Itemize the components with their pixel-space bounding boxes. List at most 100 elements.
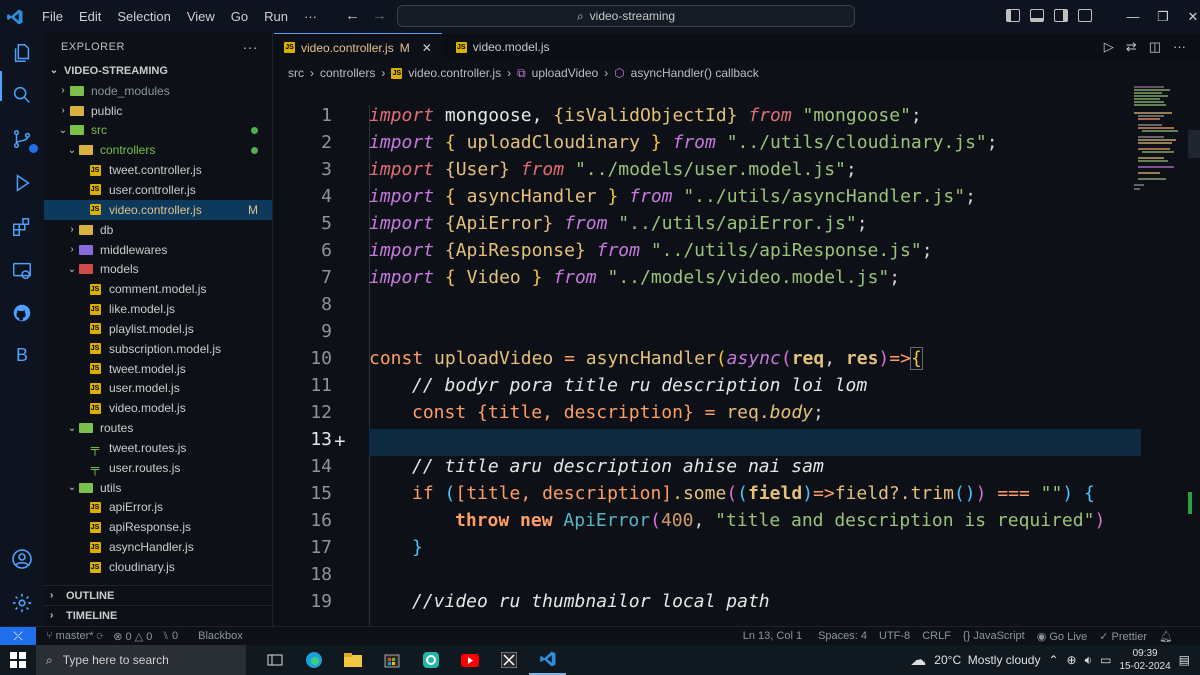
restore-icon[interactable]: ❐ xyxy=(1148,9,1178,25)
microsoft-store-icon[interactable] xyxy=(373,645,410,675)
close-icon[interactable]: ✕ xyxy=(1178,9,1200,25)
branch-status[interactable]: ⑂ master* ⟳ xyxy=(46,630,103,642)
tree-file[interactable]: JS asyncHandler.js xyxy=(44,537,272,557)
tree-file[interactable]: JS playlist.model.js xyxy=(44,319,272,339)
menu-edit[interactable]: Edit xyxy=(71,0,109,33)
minimize-icon[interactable]: — xyxy=(1118,9,1148,24)
taskbar-search[interactable]: ⌕ Type here to search xyxy=(36,645,246,675)
breadcrumb-file[interactable]: video.controller.js xyxy=(408,66,501,80)
menu-go[interactable]: Go xyxy=(223,0,256,33)
blackbox-status[interactable]: Blackbox xyxy=(198,630,243,642)
volume-icon[interactable]: 🔉︎ xyxy=(1085,653,1093,668)
toggle-primary-sidebar-icon[interactable] xyxy=(1006,9,1020,22)
timeline-section[interactable]: › TIMELINE xyxy=(44,605,273,625)
tree-file[interactable]: ╤ user.routes.js xyxy=(44,458,272,478)
tab-video-model[interactable]: JS video.model.js xyxy=(442,33,560,61)
windows-start-icon[interactable] xyxy=(0,645,36,675)
show-hidden-icons-icon[interactable]: ⌃ xyxy=(1048,653,1058,667)
tree-file[interactable]: JS video.controller.js M xyxy=(44,199,272,220)
tree-folder[interactable]: › middlewares xyxy=(44,240,272,260)
split-editor-icon[interactable]: ◫ xyxy=(1149,39,1161,55)
tree-file[interactable]: JS cloudinary.js xyxy=(44,557,272,577)
weather-cloud-icon[interactable]: ☁ xyxy=(910,650,926,670)
language-status[interactable]: {} JavaScript xyxy=(963,630,1025,642)
problems-status[interactable]: ⊗ 0 △ 0 xyxy=(113,630,152,643)
account-icon[interactable] xyxy=(8,545,36,573)
file-explorer-icon[interactable] xyxy=(334,645,371,675)
tree-folder[interactable]: › public xyxy=(44,101,272,121)
menu-view[interactable]: View xyxy=(179,0,223,33)
tree-file[interactable]: JS user.controller.js xyxy=(44,180,272,200)
settings-gear-icon[interactable] xyxy=(8,589,36,617)
tree-file[interactable]: JS video.model.js xyxy=(44,398,272,418)
eol-status[interactable]: CRLF xyxy=(922,630,951,642)
weather-text[interactable]: 20°C Mostly cloudy xyxy=(934,653,1040,667)
tree-file[interactable]: JS apiResponse.js xyxy=(44,517,272,537)
tree-file[interactable]: JS like.model.js xyxy=(44,299,272,319)
network-icon[interactable]: ⊕ xyxy=(1067,653,1077,667)
tree-folder[interactable]: ⌄ models xyxy=(44,259,272,279)
breadcrumb-callback[interactable]: asyncHandler() callback xyxy=(631,66,759,80)
back-arrow-icon[interactable]: ← xyxy=(345,7,360,24)
tree-file[interactable]: JS comment.model.js xyxy=(44,279,272,299)
scrollbar-thumb[interactable] xyxy=(1188,130,1200,158)
customize-layout-icon[interactable] xyxy=(1078,9,1092,22)
tree-file[interactable]: JS subscription.model.js xyxy=(44,339,272,359)
toggle-panel-icon[interactable] xyxy=(1030,9,1044,22)
sync-icon[interactable]: ⟳ xyxy=(97,630,104,642)
tree-folder[interactable]: ⌄ utils xyxy=(44,478,272,498)
tree-folder[interactable]: ⌄ controllers xyxy=(44,140,272,160)
breadcrumb-src[interactable]: src xyxy=(288,66,304,80)
run-file-icon[interactable]: ▷ xyxy=(1104,39,1114,55)
encoding-status[interactable]: UTF-8 xyxy=(879,630,910,642)
tree-file[interactable]: JS tweet.model.js xyxy=(44,359,272,379)
tree-file[interactable]: ╤ tweet.routes.js xyxy=(44,438,272,458)
minimap[interactable] xyxy=(1134,85,1186,205)
cursor-position[interactable]: Ln 13, Col 1 xyxy=(743,630,802,642)
github-icon[interactable] xyxy=(8,299,36,327)
tree-folder[interactable]: ⌄ routes xyxy=(44,418,272,438)
tree-file[interactable]: JS tweet.controller.js xyxy=(44,160,272,180)
ports-status[interactable]: ⑊ 0 xyxy=(162,630,178,642)
battery-icon[interactable]: ▭ xyxy=(1100,653,1111,667)
breadcrumb-symbol[interactable]: uploadVideo xyxy=(532,66,599,80)
remote-explorer-icon[interactable] xyxy=(8,257,36,285)
edge-browser-icon[interactable] xyxy=(295,645,332,675)
tree-file[interactable]: JS apiError.js xyxy=(44,498,272,518)
more-actions-icon[interactable]: ··· xyxy=(1173,39,1186,55)
close-tab-icon[interactable]: ✕ xyxy=(422,41,432,55)
toggle-secondary-sidebar-icon[interactable] xyxy=(1054,9,1068,22)
open-changes-icon[interactable]: ⇄ xyxy=(1126,39,1137,55)
forward-arrow-icon[interactable]: → xyxy=(372,7,387,24)
extensions-icon[interactable] xyxy=(8,213,36,241)
vscode-taskbar-icon[interactable] xyxy=(529,645,566,675)
run-debug-icon[interactable] xyxy=(8,169,36,197)
golive-status[interactable]: ◉ Go Live xyxy=(1037,630,1088,643)
tab-video-controller[interactable]: JS video.controller.js M ✕ xyxy=(274,33,442,61)
task-view-icon[interactable] xyxy=(256,645,293,675)
tree-folder[interactable]: ⌄ src xyxy=(44,121,272,141)
copilot-app-icon[interactable] xyxy=(412,645,449,675)
source-control-icon[interactable] xyxy=(8,125,38,153)
tree-file[interactable]: JS user.model.js xyxy=(44,379,272,399)
tree-folder[interactable]: › node_modules xyxy=(44,81,272,101)
notifications-bell-icon[interactable]: 🔔︎ xyxy=(1159,630,1173,643)
outline-section[interactable]: › OUTLINE xyxy=(44,585,273,605)
menu-more[interactable]: ··· xyxy=(296,0,325,33)
indentation-status[interactable]: Spaces: 4 xyxy=(818,630,867,642)
notification-center-icon[interactable]: ▤ xyxy=(1179,653,1190,667)
menu-run[interactable]: Run xyxy=(256,0,296,33)
search-icon[interactable] xyxy=(8,81,36,109)
explorer-icon[interactable] xyxy=(8,39,36,67)
menu-file[interactable]: File xyxy=(34,0,71,33)
youtube-icon[interactable] xyxy=(451,645,488,675)
workspace-root[interactable]: ⌄ VIDEO-STREAMING xyxy=(44,61,272,81)
x-app-icon[interactable] xyxy=(490,645,527,675)
more-actions-icon[interactable]: ··· xyxy=(243,33,259,61)
code-editor[interactable]: 1 2 3 4 5 6 7 8 9 10 11 12 13 14 15 16 17 18 19 import mon… xyxy=(274,85,1200,626)
remote-indicator-icon[interactable]: ⤫ xyxy=(0,626,36,646)
blackbox-icon[interactable]: B xyxy=(8,341,36,369)
tree-folder[interactable]: › db xyxy=(44,220,272,240)
prettier-status[interactable]: ✓ Prettier xyxy=(1099,630,1147,643)
command-center-search[interactable]: ⌕ video-streaming xyxy=(397,5,855,27)
